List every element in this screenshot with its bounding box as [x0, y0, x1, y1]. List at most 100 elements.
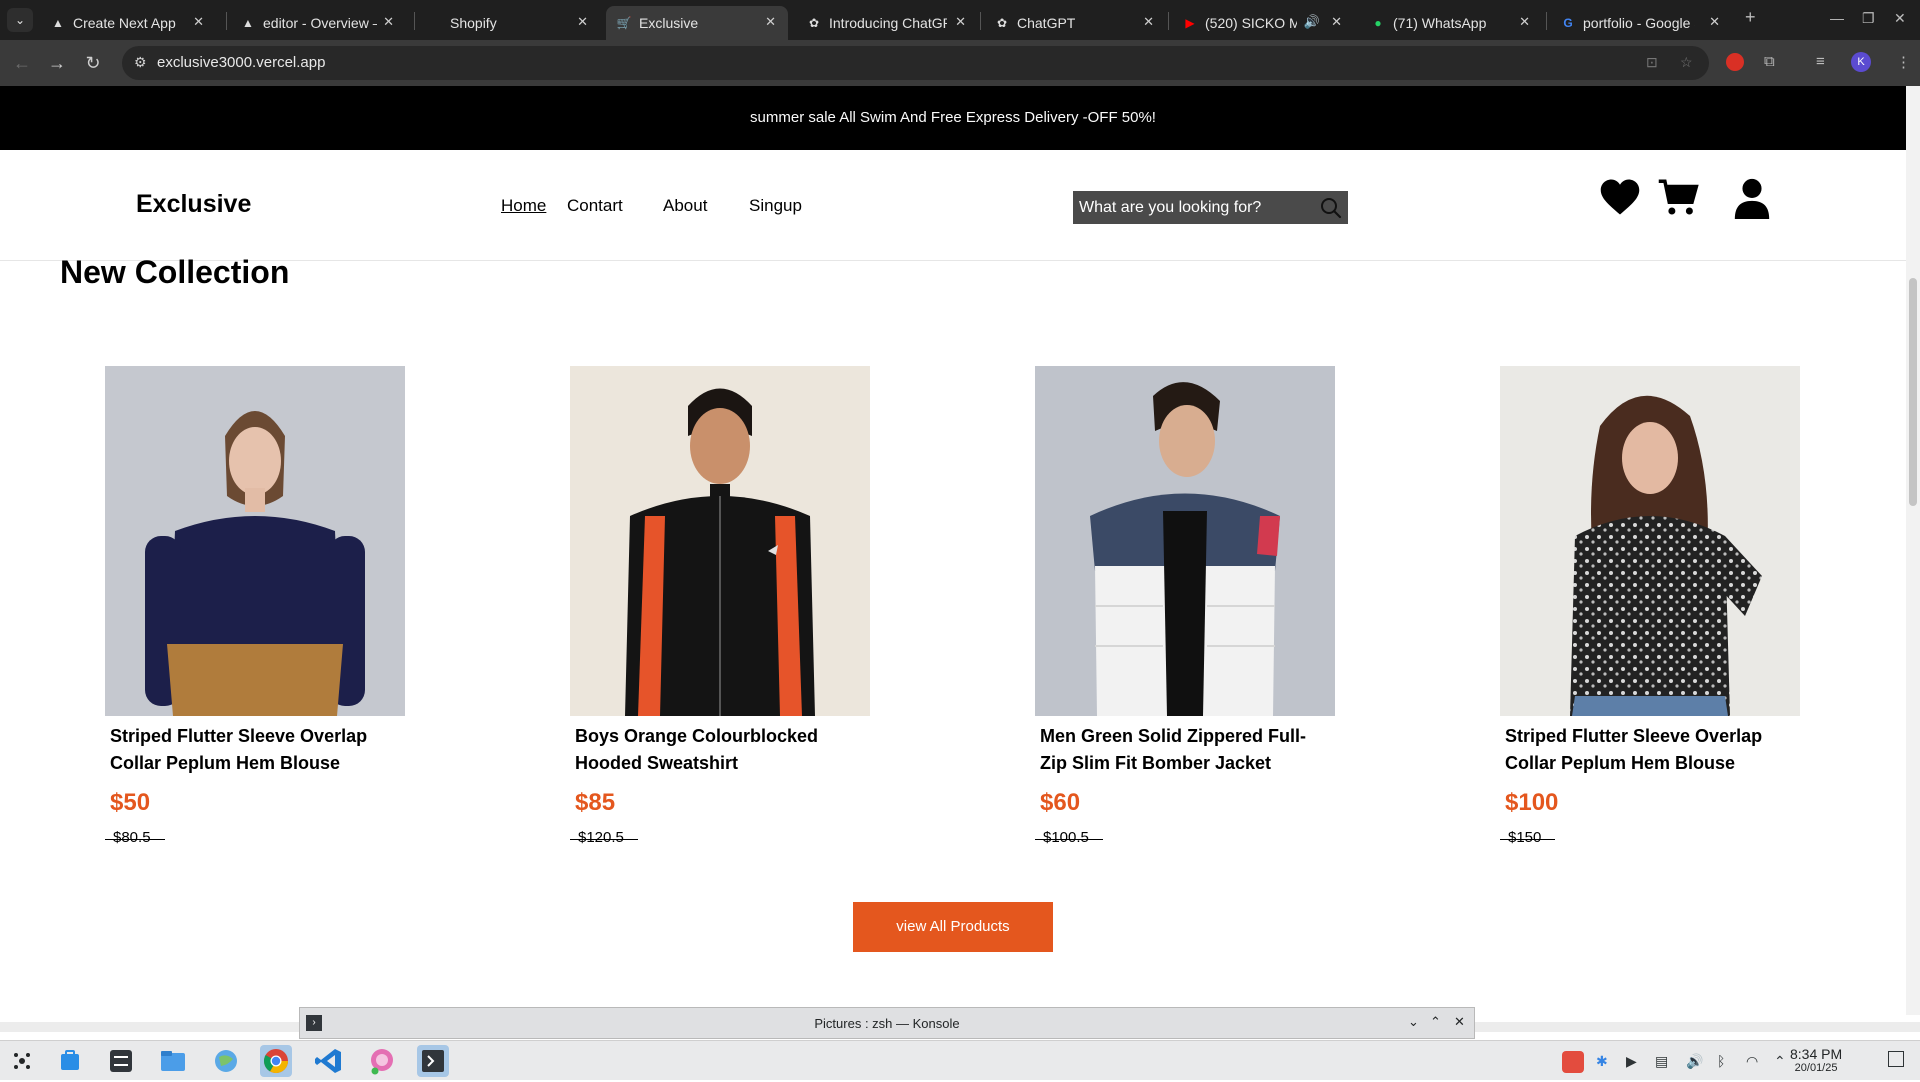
- tab-introducing-chatgpt[interactable]: ✿ Introducing ChatGPT ✕: [796, 6, 978, 40]
- reload-icon[interactable]: ↻: [82, 52, 104, 74]
- product-price: $60: [1040, 789, 1081, 816]
- wifi-icon[interactable]: ◠: [1746, 1053, 1758, 1070]
- product-name[interactable]: Boys Orange Colourblocked Hooded Sweatsh…: [575, 723, 867, 777]
- nav-signup[interactable]: Singup: [749, 196, 802, 216]
- cart-icon: 🛒: [616, 16, 632, 30]
- clipboard-icon[interactable]: ▤: [1655, 1053, 1668, 1070]
- search-icon[interactable]: [1319, 196, 1343, 220]
- chrome-icon[interactable]: [260, 1045, 292, 1077]
- product-price: $50: [110, 789, 151, 816]
- user-account-icon[interactable]: [1732, 177, 1772, 219]
- product-name[interactable]: Striped Flutter Sleeve Overlap Collar Pe…: [1505, 723, 1797, 777]
- section-title: New Collection: [60, 254, 290, 290]
- forward-arrow-icon[interactable]: →: [46, 52, 68, 74]
- close-tab-icon[interactable]: ✕: [955, 14, 966, 30]
- tab-search-button[interactable]: ⌄: [7, 8, 33, 32]
- show-desktop-icon[interactable]: [1888, 1051, 1904, 1067]
- product-name[interactable]: Striped Flutter Sleeve Overlap Collar Pe…: [110, 723, 402, 777]
- product-old-price: $150: [1500, 829, 1556, 846]
- vscode-icon[interactable]: [313, 1045, 345, 1077]
- restore-window-button[interactable]: ❐: [1862, 10, 1875, 27]
- web-page: summer sale All Swim And Free Express De…: [0, 86, 1906, 1015]
- profile-avatar[interactable]: K: [1851, 52, 1871, 72]
- product-card[interactable]: Men Green Solid Zippered Full-Zip Slim F…: [1035, 366, 1335, 846]
- wishlist-heart-icon[interactable]: [1599, 177, 1641, 217]
- close-icon[interactable]: ✕: [1454, 1014, 1465, 1030]
- search-box: [1073, 191, 1348, 224]
- product-image[interactable]: [1035, 366, 1335, 716]
- product-card[interactable]: Striped Flutter Sleeve Overlap Collar Pe…: [105, 366, 405, 846]
- scrollbar-thumb[interactable]: [1909, 278, 1917, 506]
- product-name[interactable]: Men Green Solid Zippered Full-Zip Slim F…: [1040, 723, 1332, 777]
- site-logo[interactable]: Exclusive: [136, 190, 251, 219]
- back-arrow-icon[interactable]: ←: [11, 52, 33, 74]
- browser-tab-bar: ⌄ ▲ Create Next App ✕ ▲ editor - Overvie…: [0, 0, 1920, 40]
- browser-icon[interactable]: [210, 1045, 242, 1077]
- tab-vercel-editor[interactable]: ▲ editor - Overview – Vercel ✕: [230, 6, 406, 40]
- view-all-products-button[interactable]: view All Products: [853, 902, 1053, 952]
- nav-about[interactable]: About: [663, 196, 707, 216]
- kde-menu-icon[interactable]: [6, 1045, 38, 1077]
- nav-contact[interactable]: Contart: [567, 196, 623, 216]
- tab-google-search[interactable]: G portfolio - Google Search ✕: [1550, 6, 1732, 40]
- address-bar[interactable]: ⚙ exclusive3000.vercel.app ⊡ ☆: [122, 46, 1709, 80]
- dolphin-icon[interactable]: [157, 1045, 189, 1077]
- app-icon[interactable]: [366, 1045, 398, 1077]
- tab-youtube[interactable]: ▶ (520) SICKO MODE 🔊 ✕: [1172, 6, 1354, 40]
- konsole-window-titlebar[interactable]: › Pictures : zsh — Konsole ⌄ ⌃ ✕: [299, 1007, 1475, 1039]
- menu-kebab-icon[interactable]: ⋮: [1896, 53, 1911, 71]
- browser-toolbar: ← → ↻ ⚙ exclusive3000.vercel.app ⊡ ☆ ⧉ ≡…: [0, 40, 1920, 86]
- product-card[interactable]: Boys Orange Colourblocked Hooded Sweatsh…: [570, 366, 870, 846]
- minimize-window-button[interactable]: —: [1830, 10, 1844, 26]
- extensions-puzzle-icon[interactable]: ⧉: [1764, 53, 1775, 70]
- close-tab-icon[interactable]: ✕: [1519, 14, 1530, 30]
- product-old-price: $120.5: [570, 829, 638, 846]
- product-image[interactable]: [570, 366, 870, 716]
- vercel-icon: ▲: [52, 16, 64, 30]
- search-input[interactable]: [1073, 191, 1308, 224]
- nav-home[interactable]: Home: [501, 196, 546, 216]
- show-hidden-icons-icon[interactable]: ⌃: [1774, 1053, 1786, 1070]
- discover-icon[interactable]: [54, 1045, 86, 1077]
- vertical-scrollbar[interactable]: [1906, 86, 1920, 1015]
- product-price: $100: [1505, 789, 1559, 816]
- site-header: Exclusive Home Contart About Singup: [0, 150, 1906, 261]
- close-tab-icon[interactable]: ✕: [765, 14, 776, 30]
- product-image[interactable]: [1500, 366, 1800, 716]
- product-card[interactable]: Striped Flutter Sleeve Overlap Collar Pe…: [1500, 366, 1800, 846]
- product-old-price: $80.5: [105, 829, 165, 846]
- install-app-icon[interactable]: ⊡: [1646, 54, 1658, 71]
- media-player-icon[interactable]: ▶: [1626, 1053, 1637, 1070]
- tab-create-next-app[interactable]: ▲ Create Next App ✕: [40, 6, 216, 40]
- close-tab-icon[interactable]: ✕: [1331, 14, 1342, 30]
- clock[interactable]: 8:34 PM 20/01/25: [1790, 1046, 1842, 1074]
- close-tab-icon[interactable]: ✕: [1709, 14, 1720, 30]
- site-info-icon[interactable]: ⚙: [134, 54, 147, 71]
- tab-exclusive[interactable]: 🛒 Exclusive ✕: [606, 6, 788, 40]
- system-settings-icon[interactable]: [105, 1045, 137, 1077]
- product-image[interactable]: [105, 366, 405, 716]
- tab-whatsapp[interactable]: ● (71) WhatsApp ✕: [1360, 6, 1542, 40]
- new-tab-button[interactable]: +: [1745, 7, 1756, 28]
- tray-app-icon[interactable]: [1562, 1051, 1584, 1073]
- close-tab-icon[interactable]: ✕: [1143, 14, 1154, 30]
- close-tab-icon[interactable]: ✕: [577, 14, 588, 30]
- openai-icon: ✿: [996, 16, 1008, 30]
- close-tab-icon[interactable]: ✕: [383, 14, 394, 30]
- chevron-up-icon[interactable]: ⌃: [1430, 1014, 1441, 1030]
- tab-shopify[interactable]: Shopify ✕: [420, 6, 600, 40]
- bluetooth-app-icon[interactable]: ✱: [1596, 1053, 1608, 1070]
- product-price: $85: [575, 789, 616, 816]
- media-controls-icon[interactable]: ≡: [1816, 53, 1825, 70]
- chevron-down-icon[interactable]: ⌄: [1408, 1014, 1419, 1030]
- volume-icon[interactable]: 🔊: [1686, 1053, 1703, 1070]
- konsole-icon[interactable]: [417, 1045, 449, 1077]
- close-window-button[interactable]: ✕: [1894, 10, 1906, 27]
- bookmark-star-icon[interactable]: ☆: [1680, 54, 1693, 71]
- bluetooth-icon[interactable]: ᛒ: [1717, 1053, 1725, 1069]
- audio-playing-icon[interactable]: 🔊: [1304, 14, 1320, 30]
- cart-icon[interactable]: [1657, 177, 1699, 217]
- close-tab-icon[interactable]: ✕: [193, 14, 204, 30]
- tab-chatgpt[interactable]: ✿ ChatGPT ✕: [984, 6, 1166, 40]
- extension-icon[interactable]: [1726, 53, 1744, 71]
